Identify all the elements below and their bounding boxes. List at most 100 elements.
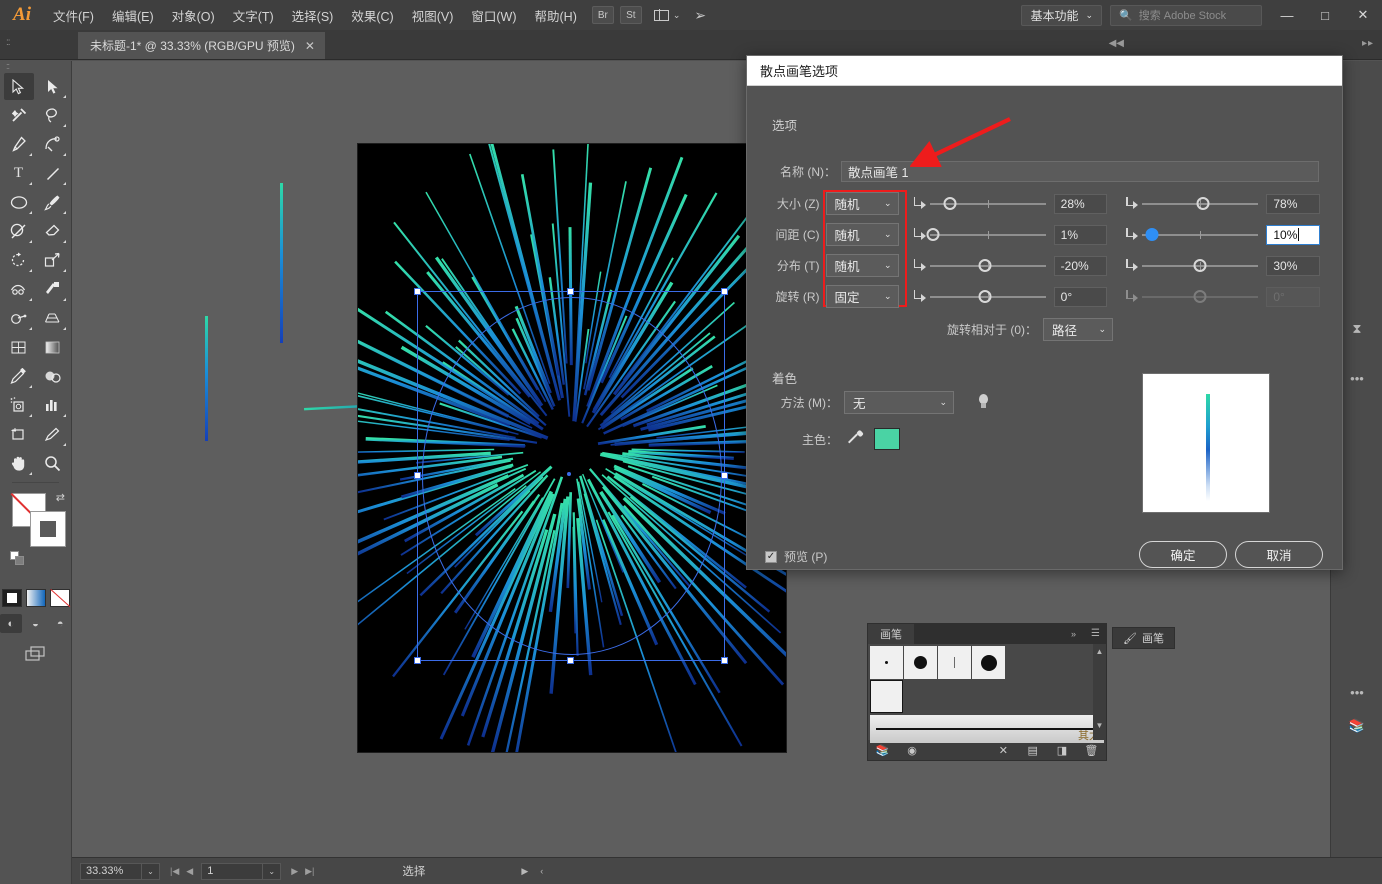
menu-type[interactable]: 文字(T) xyxy=(224,0,283,30)
close-button[interactable]: ✕ xyxy=(1344,0,1382,30)
rotation-min-slider[interactable] xyxy=(913,288,1046,306)
preview-checkbox[interactable]: ✓ xyxy=(765,550,777,563)
workspace-switcher[interactable]: 基本功能 ⌄ xyxy=(1021,4,1102,26)
brushes-floating-tab[interactable]: 🖌 画笔 xyxy=(1112,627,1175,649)
brush-item[interactable] xyxy=(938,646,971,679)
tab-overflow-icon[interactable]: ▸▸ xyxy=(1362,38,1374,49)
slice-tool[interactable] xyxy=(38,421,68,448)
scroll-up-icon[interactable]: ▲ xyxy=(1093,647,1106,656)
zoom-level-input[interactable]: 33.33% xyxy=(80,862,142,880)
brush-item-selected[interactable] xyxy=(870,680,903,713)
new-brush-icon[interactable]: ◨ xyxy=(1047,744,1076,757)
brush-item[interactable] xyxy=(972,646,1005,679)
draw-behind-button[interactable]: ◒ xyxy=(25,614,47,633)
spacing-mode-select[interactable]: 随机 ⌄ xyxy=(825,223,899,246)
spacing-max-value[interactable]: 10% xyxy=(1266,224,1320,245)
artboard-number-input[interactable]: 1 xyxy=(201,862,264,880)
menu-view[interactable]: 视图(V) xyxy=(403,0,463,30)
scatter-min-track[interactable] xyxy=(929,258,1046,272)
gradient-tool[interactable] xyxy=(38,334,68,361)
draw-inside-button[interactable]: ◓ xyxy=(49,614,71,633)
stock-search-input[interactable]: 🔍 搜索 Adobe Stock xyxy=(1110,4,1262,26)
scale-tool[interactable] xyxy=(38,247,68,274)
rotation-mode-select[interactable]: 固定 ⌄ xyxy=(825,285,899,308)
dock-icon-libraries[interactable]: 📚 xyxy=(1331,709,1382,743)
none-fill-button[interactable] xyxy=(49,589,70,607)
size-max-value[interactable]: 78% xyxy=(1266,193,1320,214)
size-min-slider[interactable] xyxy=(913,195,1046,213)
spacing-max-track[interactable] xyxy=(1142,227,1259,241)
brush-library-strip[interactable]: 其太 xyxy=(870,715,1104,743)
eyedropper-tool[interactable] xyxy=(4,363,34,390)
selection-bounding-box[interactable] xyxy=(414,288,728,664)
tools-panel-grip[interactable]: :: xyxy=(0,61,71,73)
shaper-tool[interactable] xyxy=(4,218,34,245)
status-play-icon[interactable]: ▶ xyxy=(521,866,528,877)
scatter-min-value[interactable]: -20% xyxy=(1053,255,1108,276)
collapse-panels-icon[interactable]: ◀◀ xyxy=(1109,38,1124,49)
size-min-track[interactable] xyxy=(929,196,1046,210)
spacing-max-slider[interactable] xyxy=(1125,226,1259,244)
close-icon[interactable]: ✕ xyxy=(305,39,315,53)
dock-icon-more-2[interactable]: ••• xyxy=(1331,675,1382,709)
line-segment-tool[interactable] xyxy=(38,160,68,187)
brush-options-icon[interactable]: ▤ xyxy=(1018,744,1047,757)
prev-artboard-icon[interactable]: ◀ xyxy=(186,866,193,877)
next-artboard-icon[interactable]: ▶ xyxy=(291,866,298,877)
magic-wand-tool[interactable] xyxy=(4,102,34,129)
tab-brushes[interactable]: 画笔 xyxy=(868,624,914,644)
menu-object[interactable]: 对象(O) xyxy=(163,0,224,30)
scatter-max-slider[interactable] xyxy=(1125,257,1259,275)
shape-builder-tool[interactable] xyxy=(4,305,34,332)
column-graph-tool[interactable] xyxy=(38,392,68,419)
libraries-icon[interactable]: ◉ xyxy=(897,744,926,757)
swap-fill-stroke-icon[interactable]: ⇄ xyxy=(56,491,65,504)
scatter-brush-options-dialog[interactable]: 散点画笔选项 选项 名称 (N)： 散点画笔 1 大小 (Z) 随机 ⌄ 28%… xyxy=(746,55,1343,570)
spacing-min-value[interactable]: 1% xyxy=(1053,224,1108,245)
document-tab[interactable]: 未标题-1* @ 33.33% (RGB/GPU 预览) ✕ xyxy=(78,32,325,59)
rotation-min-track[interactable] xyxy=(929,289,1046,303)
first-artboard-icon[interactable]: |◀ xyxy=(170,866,179,877)
curvature-tool[interactable] xyxy=(38,131,68,158)
menu-edit[interactable]: 编辑(E) xyxy=(103,0,163,30)
symbol-sprayer-tool[interactable] xyxy=(4,392,34,419)
handle-tl[interactable] xyxy=(414,288,421,295)
lasso-tool[interactable] xyxy=(38,102,68,129)
perspective-grid-tool[interactable] xyxy=(38,305,68,332)
zoom-dropdown-icon[interactable]: ⌄ xyxy=(142,862,160,880)
rotation-relative-select[interactable]: 路径 ⌄ xyxy=(1043,318,1114,341)
direct-selection-tool[interactable] xyxy=(38,73,68,100)
handle-tr[interactable] xyxy=(721,288,728,295)
blend-tool[interactable] xyxy=(38,363,68,390)
last-artboard-icon[interactable]: ▶| xyxy=(305,866,314,877)
key-color-swatch[interactable] xyxy=(874,428,900,450)
tips-bulb-icon[interactable] xyxy=(976,393,990,412)
stock-icon[interactable]: St xyxy=(619,6,642,24)
handle-bl[interactable] xyxy=(414,657,421,664)
handle-mr[interactable] xyxy=(721,472,728,479)
menu-effect[interactable]: 效果(C) xyxy=(342,0,402,30)
rotation-min-value[interactable]: 0° xyxy=(1053,286,1108,307)
brush-libraries-icon[interactable]: 📚 xyxy=(868,744,897,757)
artboard-dropdown-icon[interactable]: ⌄ xyxy=(263,862,282,880)
menu-select[interactable]: 选择(S) xyxy=(283,0,343,30)
brushes-panel[interactable]: 画笔 » ☰ 其太 ▲ ▼ 📚 ◉ ✕ ▤ ◨ 🗑 xyxy=(867,623,1107,761)
spacing-min-track[interactable] xyxy=(926,227,1046,241)
pen-tool[interactable] xyxy=(4,131,34,158)
minimize-button[interactable]: — xyxy=(1268,0,1306,30)
selection-tool[interactable] xyxy=(3,73,34,100)
panel-expand-icon[interactable]: » xyxy=(1071,629,1076,639)
cancel-button[interactable]: 取消 xyxy=(1235,541,1323,568)
status-menu-icon[interactable]: ‹ xyxy=(540,866,543,877)
type-tool[interactable]: T xyxy=(4,160,34,187)
brush-item[interactable] xyxy=(904,646,937,679)
size-max-track[interactable] xyxy=(1142,196,1259,210)
menu-file[interactable]: 文件(F) xyxy=(44,0,103,30)
eyedropper-icon[interactable] xyxy=(846,430,864,448)
size-min-value[interactable]: 28% xyxy=(1053,193,1108,214)
paintbrush-tool[interactable] xyxy=(38,189,68,216)
menu-help[interactable]: 帮助(H) xyxy=(526,0,586,30)
method-select[interactable]: 无 ⌄ xyxy=(844,391,954,414)
width-tool[interactable] xyxy=(4,276,34,303)
rotate-tool[interactable] xyxy=(4,247,34,274)
